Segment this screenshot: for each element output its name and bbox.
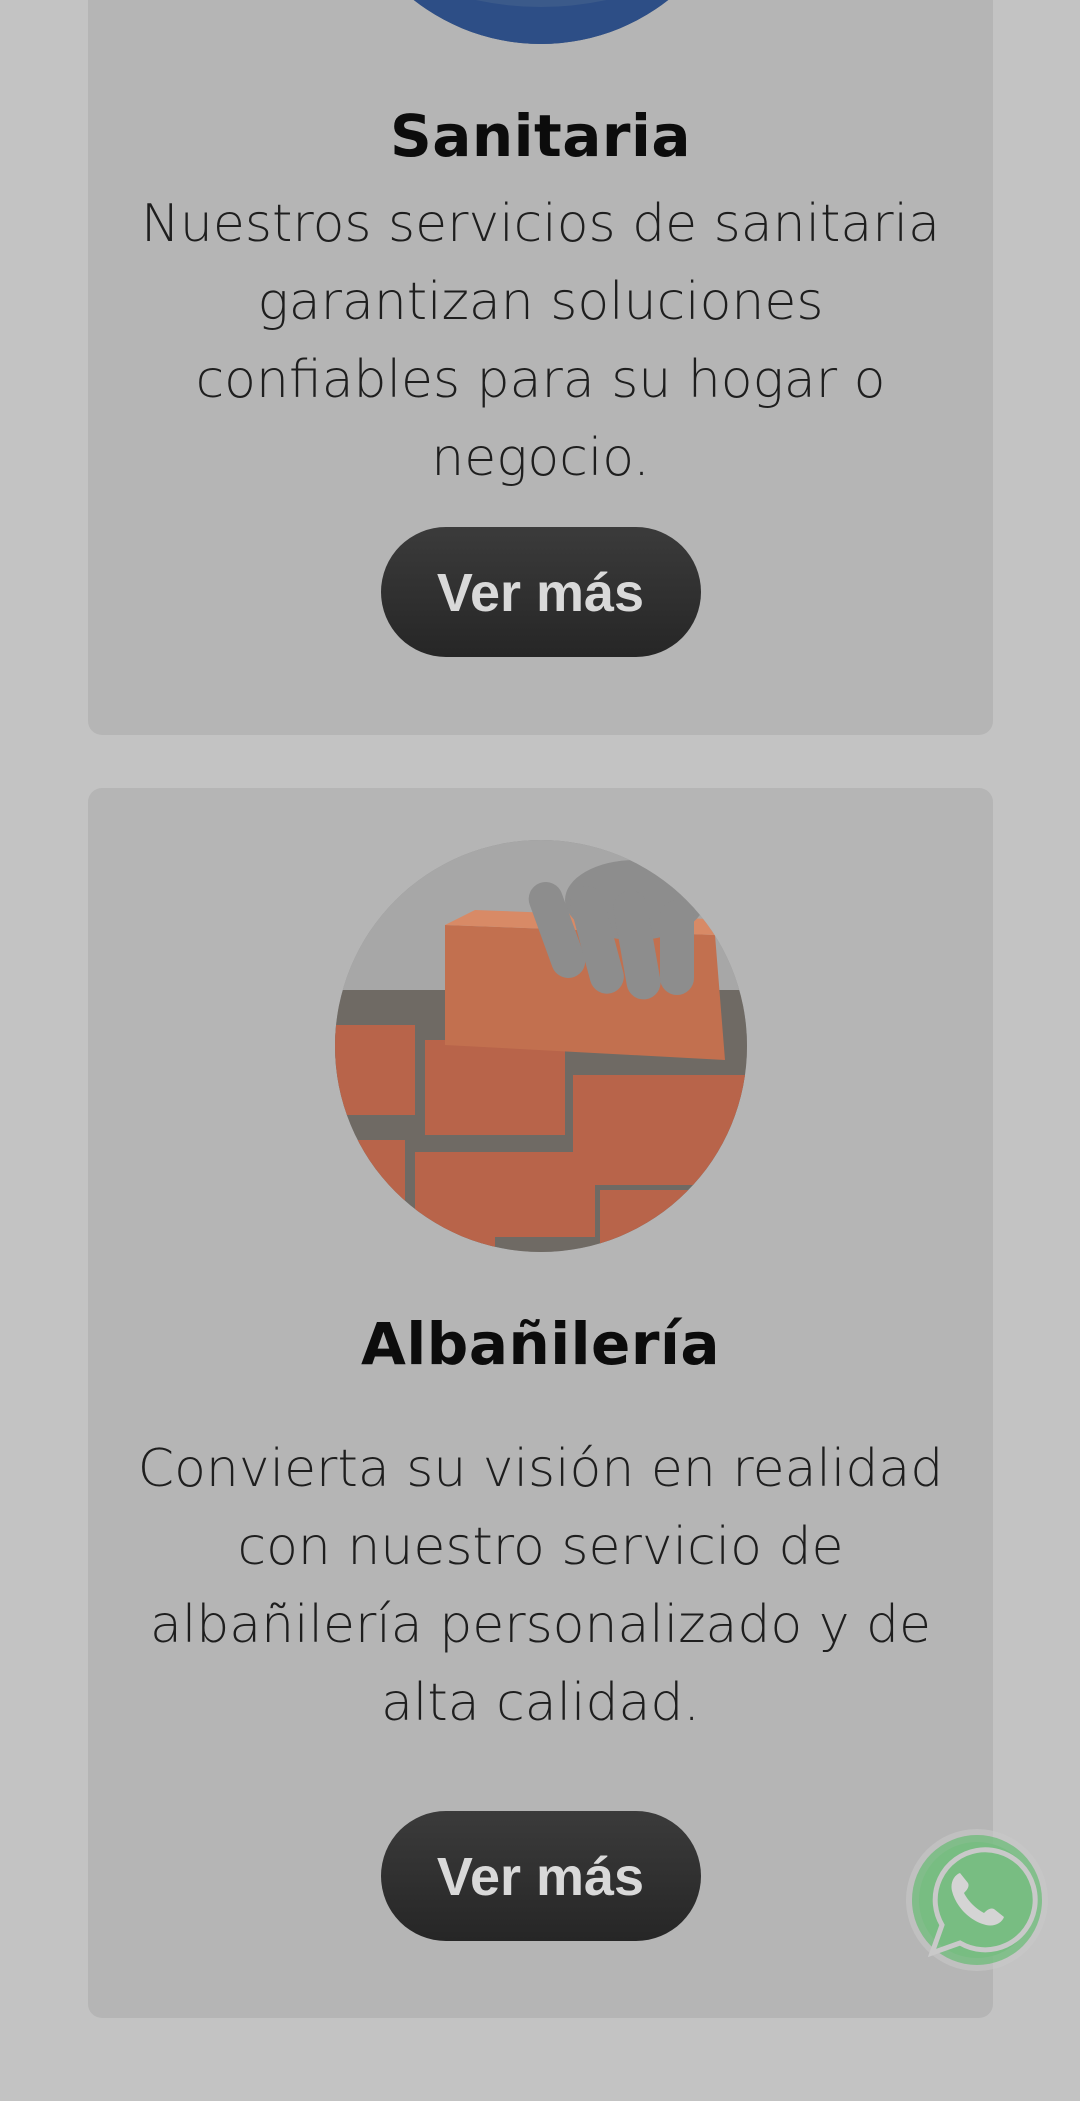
service-image-sanitaria [334,0,747,44]
service-title: Sanitaria [389,102,692,170]
whatsapp-button[interactable] [912,1835,1042,1965]
whatsapp-icon [919,1842,1038,1958]
plumbing-photo-icon [334,0,747,44]
ver-mas-button-sanitaria[interactable]: Ver más [380,527,701,657]
brick-wall-photo-icon [334,840,747,1252]
ver-mas-button-albanileria[interactable]: Ver más [380,1811,701,1941]
service-description: Nuestros servicios de sanitaria garantiz… [141,194,940,488]
service-image-albanileria [334,840,747,1252]
services-page: Sanitaria Nuestros servicios de sanitari… [0,0,1080,2101]
service-card-albanileria: Albañilería Convierta su visión en reali… [88,788,993,2018]
service-card-sanitaria: Sanitaria Nuestros servicios de sanitari… [88,0,993,735]
service-description: Convierta su visión en realidad con nues… [137,1439,944,1733]
service-title: Albañilería [361,1310,720,1378]
